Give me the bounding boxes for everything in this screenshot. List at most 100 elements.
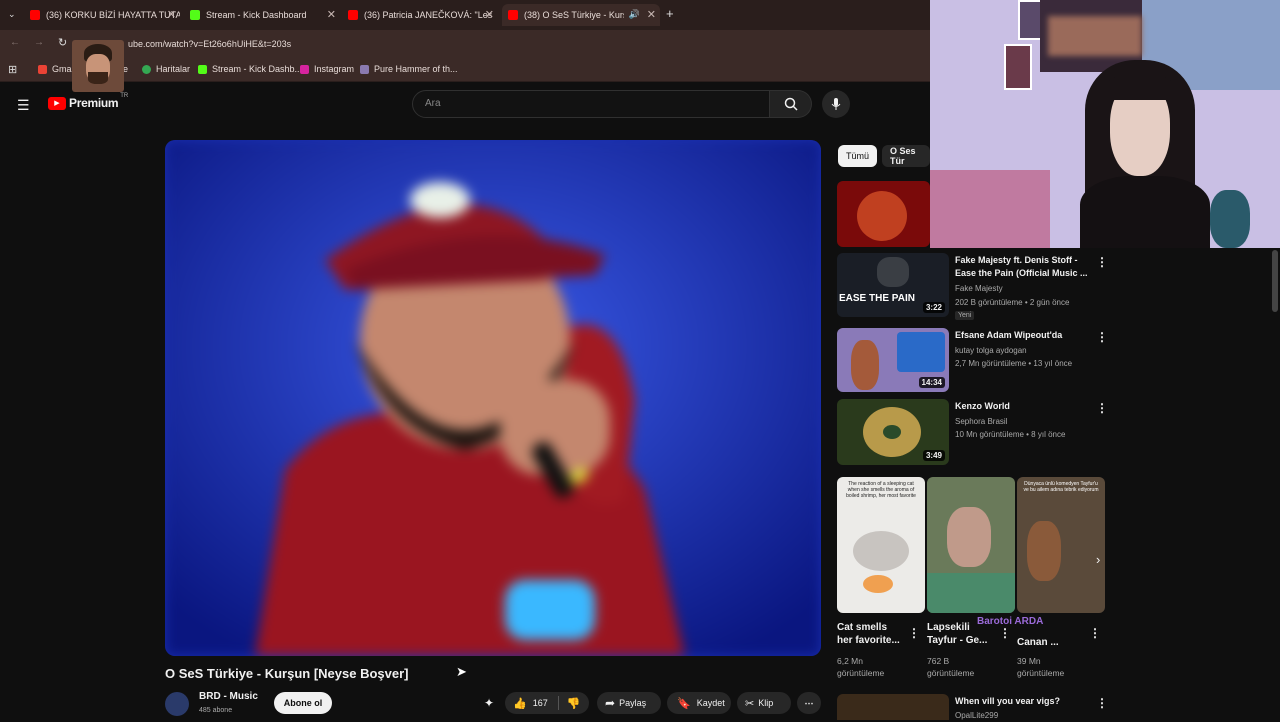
tab-title: (38) O SeS Türkiye - Kurşun bbox=[524, 10, 624, 20]
page-scrollbar[interactable] bbox=[1272, 250, 1278, 312]
brand-label: Premium bbox=[69, 96, 119, 110]
rec-title[interactable]: Efsane Adam Wipeout'da bbox=[955, 329, 1062, 342]
rec-title[interactable]: Kenzo World bbox=[955, 400, 1010, 413]
rec-channel: OpalLite299 bbox=[955, 711, 999, 720]
close-tab-icon[interactable]: ✕ bbox=[327, 8, 336, 21]
new-badge: Yeni bbox=[955, 311, 975, 320]
channel-name[interactable]: BRD - Music bbox=[199, 691, 258, 702]
youtube-play-logo-icon: ▶ bbox=[48, 96, 66, 110]
streamer-webcam-overlay bbox=[930, 0, 1280, 248]
browser-tab-2[interactable]: Stream - Kick Dashboard ✕ bbox=[190, 4, 340, 26]
share-button[interactable]: ➦ Paylaş bbox=[597, 692, 661, 714]
apps-grid-icon[interactable]: ⊞ bbox=[8, 63, 17, 76]
microphone-icon bbox=[831, 98, 841, 110]
tab-list-chevron-icon[interactable]: ⌄ bbox=[8, 9, 16, 20]
bookmark-kick[interactable]: Stream - Kick Dashb... bbox=[198, 64, 302, 74]
short-caption: The reaction of a sleeping cat when she … bbox=[846, 481, 916, 499]
tab-title: Stream - Kick Dashboard bbox=[206, 10, 307, 20]
more-vert-icon[interactable]: ⋮ bbox=[908, 627, 920, 639]
youtube-favicon-icon bbox=[508, 10, 518, 20]
close-tab-icon[interactable]: ✕ bbox=[485, 8, 494, 21]
tab-title: (36) KORKU BİZİ HAYATTA TUTA bbox=[46, 10, 180, 20]
short-views-2: 762 Bgörüntüleme bbox=[927, 656, 975, 678]
rec-thumbnail-0[interactable] bbox=[837, 181, 930, 247]
short-thumbnail-2[interactable] bbox=[927, 477, 1015, 613]
chip-all[interactable]: Tümü bbox=[838, 145, 878, 167]
voice-search-button[interactable] bbox=[822, 90, 850, 118]
more-vert-icon[interactable]: ⋮ bbox=[1089, 627, 1101, 639]
thumb-text: EASE THE PAIN bbox=[839, 293, 915, 304]
rec-thumbnail-2[interactable]: 14:34 bbox=[837, 328, 949, 392]
hamburger-menu-icon[interactable]: ☰ bbox=[17, 97, 30, 114]
close-tab-icon[interactable]: ✕ bbox=[167, 8, 176, 21]
rec-channel: Sephora Brasil bbox=[955, 417, 1008, 426]
browser-tab-1[interactable]: (36) KORKU BİZİ HAYATTA TUTA ✕ bbox=[30, 4, 180, 26]
kick-favicon-icon bbox=[190, 10, 200, 20]
rec-channel: kutay tolga aydogan bbox=[955, 346, 1027, 355]
country-code: TR bbox=[120, 93, 129, 99]
browser-tab-3[interactable]: (36) Patricia JANEČKOVÁ: "Les ✕ bbox=[348, 4, 498, 26]
search-input[interactable]: Ara bbox=[412, 90, 770, 118]
close-tab-icon[interactable]: ✕ bbox=[647, 8, 656, 21]
more-vert-icon[interactable]: ⋮ bbox=[999, 627, 1011, 639]
new-tab-button[interactable]: + bbox=[666, 6, 674, 21]
short-title-3-line2[interactable]: Canan ... bbox=[1017, 636, 1059, 649]
more-vert-icon[interactable]: ⋮ bbox=[1096, 331, 1108, 343]
forward-arrow-icon[interactable]: → bbox=[34, 37, 44, 48]
mouse-cursor-icon: ➤ bbox=[456, 664, 467, 679]
rec-channel: Fake Majesty bbox=[955, 284, 1003, 293]
video-frame-image bbox=[165, 140, 821, 656]
more-vert-icon[interactable]: ⋮ bbox=[1096, 256, 1108, 268]
bookmarks-bar: ⊞ Gmai e Haritalar Stream - Kick Dashb..… bbox=[0, 58, 930, 82]
duration-badge: 3:49 bbox=[922, 450, 945, 461]
scissors-icon: ✂ bbox=[745, 697, 755, 710]
short-title-1[interactable]: Cat smells her favorite... bbox=[837, 621, 900, 647]
save-button[interactable]: 🔖 Kaydet bbox=[667, 692, 731, 714]
video-title: O SeS Türkiye - Kurşun [Neyse Boşver] bbox=[165, 666, 409, 681]
small-facecam-overlay bbox=[72, 40, 124, 92]
search-button[interactable] bbox=[770, 90, 812, 118]
back-arrow-icon[interactable]: ← bbox=[10, 37, 20, 48]
like-count: 167 bbox=[532, 698, 548, 708]
bookmark-pure-hammer[interactable]: Pure Hammer of th... bbox=[360, 64, 458, 74]
rec-thumbnail-3[interactable]: 3:49 bbox=[837, 399, 949, 465]
short-caption: Dünyaca ünlü komedyen Tayfur'u ve bu ail… bbox=[1023, 481, 1099, 493]
reload-icon[interactable]: ↻ bbox=[58, 36, 67, 49]
dislike-icon[interactable]: 👎 bbox=[567, 697, 581, 710]
youtube-favicon-icon bbox=[30, 10, 40, 20]
subscribe-button[interactable]: Abone ol bbox=[274, 692, 332, 714]
youtube-logo[interactable]: ▶ Premium TR bbox=[48, 93, 129, 110]
bookmark-gmail[interactable]: Gmai bbox=[38, 64, 74, 74]
url-field[interactable]: ube.com/watch?v=Et26o6hUiHE&t=203s bbox=[128, 39, 291, 49]
rec-meta: 202 B görüntüleme • 2 gün önce bbox=[955, 298, 1070, 307]
video-player[interactable] bbox=[165, 140, 821, 656]
short-thumbnail-3[interactable]: Dünyaca ünlü komedyen Tayfur'u ve bu ail… bbox=[1017, 477, 1105, 613]
search-icon bbox=[784, 97, 798, 111]
browser-tab-strip: ⌄ (36) KORKU BİZİ HAYATTA TUTA ✕ Stream … bbox=[0, 0, 930, 30]
chip-o-ses[interactable]: O Ses Tür bbox=[882, 145, 930, 167]
more-vert-icon[interactable]: ⋮ bbox=[1096, 402, 1108, 414]
bookmark-haritalar[interactable]: Haritalar bbox=[142, 64, 190, 74]
bookmark-instagram[interactable]: Instagram bbox=[300, 64, 354, 74]
short-thumbnail-1[interactable]: The reaction of a sleeping cat when she … bbox=[837, 477, 925, 613]
rec-thumbnail-1[interactable]: EASE THE PAIN 3:22 bbox=[837, 253, 949, 317]
rec-meta: 2,7 Mn görüntüleme • 13 yıl önce bbox=[955, 359, 1073, 368]
browser-tab-4-active[interactable]: (38) O SeS Türkiye - Kurşun 🔊 ✕ bbox=[502, 4, 660, 26]
duration-badge: 14:34 bbox=[918, 377, 945, 388]
audio-playing-icon[interactable]: 🔊 bbox=[629, 9, 640, 20]
more-vert-icon[interactable]: ⋮ bbox=[1096, 697, 1108, 709]
rec-title[interactable]: When vill you vear vigs? bbox=[955, 695, 1060, 708]
short-views-1: 6,2 Mn görüntüleme bbox=[837, 656, 885, 678]
rec-title[interactable]: Fake Majesty ft. Denis Stoff - Ease the P… bbox=[955, 254, 1088, 280]
like-button[interactable]: 👍 167 bbox=[505, 697, 548, 710]
clip-button[interactable]: ✂ Klip bbox=[737, 692, 791, 714]
more-actions-button[interactable]: ⋯ bbox=[797, 692, 821, 714]
more-horizontal-icon: ⋯ bbox=[804, 697, 814, 708]
thumbs-up-icon: 👍 bbox=[513, 697, 527, 710]
rec-thumbnail-4[interactable] bbox=[837, 694, 949, 720]
channel-avatar[interactable] bbox=[165, 692, 189, 716]
subscriber-count: 485 abone bbox=[199, 707, 233, 714]
short-title-3[interactable]: Barotoi ARDA bbox=[977, 615, 1043, 628]
bookmark-icon: 🔖 bbox=[677, 697, 691, 710]
shorts-next-chevron-icon[interactable]: › bbox=[1096, 552, 1100, 567]
